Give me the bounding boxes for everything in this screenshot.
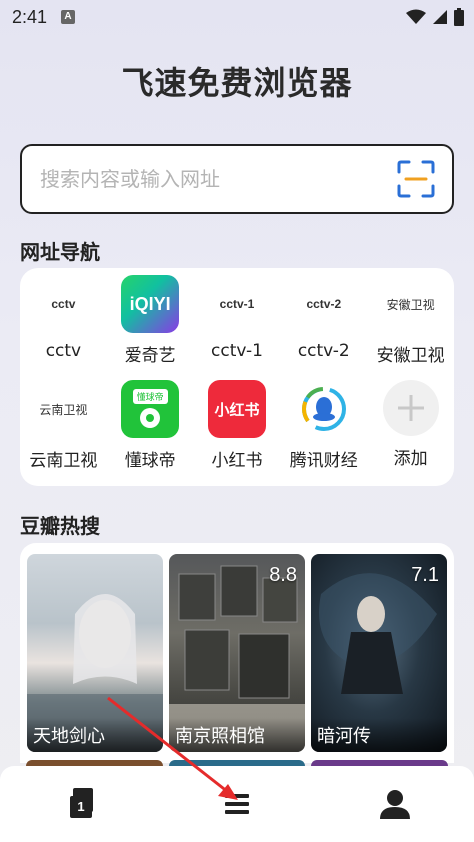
notification-badge: A xyxy=(61,10,76,24)
menu-icon xyxy=(225,794,249,814)
tabs-count: 1 xyxy=(70,796,92,818)
nav-item-dongqiudi[interactable]: 懂球帝 懂球帝 xyxy=(107,380,194,471)
signal-icon xyxy=(433,10,447,24)
nav-grid: cctv cctv iQIYI 爱奇艺 cctv-1 cctv-1 cctv-2… xyxy=(20,268,454,471)
search-box[interactable] xyxy=(20,144,454,214)
iqiyi-icon: iQIYI xyxy=(121,275,180,333)
movie-card[interactable]: 天地剑心 xyxy=(27,554,163,752)
nav-item-label: cctv xyxy=(45,341,82,361)
tabs-button[interactable]: 1 xyxy=(49,774,109,834)
nav-item-label: 安徽卫视 xyxy=(376,346,445,366)
nav-item-label: 添加 xyxy=(393,449,428,469)
tencent-finance-icon xyxy=(294,380,353,438)
nav-item-cctv-2[interactable]: cctv-2 cctv-2 xyxy=(280,275,367,366)
movie-row: 天地剑心 8.8 南京照相馆 7.1 暗河传 xyxy=(20,543,454,763)
nav-item-iqiyi[interactable]: iQIYI 爱奇艺 xyxy=(107,275,194,366)
status-time: 2:41 xyxy=(12,6,48,27)
scan-icon xyxy=(397,160,435,198)
user-icon xyxy=(380,790,410,819)
wifi-icon xyxy=(406,9,426,24)
nav-item-label: 腾讯财经 xyxy=(289,451,358,471)
nav-item-tencent-finance[interactable]: 腾讯财经 xyxy=(280,380,367,471)
movie-card[interactable]: 8.8 南京照相馆 xyxy=(169,554,305,752)
yunnan-tv-icon: 云南卫视 xyxy=(39,402,88,417)
nav-item-add[interactable]: 添加 xyxy=(367,380,454,471)
dongqiudi-icon: 懂球帝 xyxy=(121,380,180,438)
movie-score: 7.1 xyxy=(411,564,439,586)
movie-title: 南京照相馆 xyxy=(169,718,305,752)
nav-item-label: cctv-1 xyxy=(211,341,263,361)
cctv-1-icon: cctv-1 xyxy=(219,297,255,311)
movie-title: 天地剑心 xyxy=(27,718,163,752)
movie-score: 8.8 xyxy=(269,564,297,586)
nav-item-cctv[interactable]: cctv cctv xyxy=(20,275,107,366)
anhui-tv-icon: 安徽卫视 xyxy=(386,297,435,312)
cctv-icon: cctv xyxy=(51,297,76,311)
nav-section-title: 网址导航 xyxy=(20,240,100,264)
battery-icon xyxy=(454,8,464,26)
status-icons xyxy=(406,8,464,26)
nav-item-label: 小红书 xyxy=(211,451,263,471)
tencent-logo-icon xyxy=(301,387,346,431)
nav-item-yunnan-tv[interactable]: 云南卫视 云南卫视 xyxy=(20,380,107,472)
xiaohongshu-icon: 小红书 xyxy=(207,380,266,438)
dongqiudi-logo-text: 懂球帝 xyxy=(132,389,168,404)
search-input[interactable] xyxy=(40,167,396,191)
scan-button[interactable] xyxy=(396,159,436,199)
soccer-ball-icon xyxy=(140,408,161,428)
nav-item-xiaohongshu[interactable]: 小红书 小红书 xyxy=(194,380,281,471)
nav-item-label: cctv-2 xyxy=(297,341,350,361)
hot-section-title: 豆瓣热搜 xyxy=(20,514,100,538)
nav-item-label: 懂球帝 xyxy=(124,451,176,471)
app-title: 飞速免费浏览器 xyxy=(121,64,353,102)
add-icon xyxy=(382,380,439,436)
nav-item-label: 爱奇艺 xyxy=(124,346,176,366)
movie-title: 暗河传 xyxy=(311,718,447,752)
nav-item-label: 云南卫视 xyxy=(29,451,98,471)
nav-item-anhui-tv[interactable]: 安徽卫视 安徽卫视 xyxy=(367,275,454,367)
nav-card: cctv cctv iQIYI 爱奇艺 cctv-1 cctv-1 cctv-2… xyxy=(20,268,454,486)
movie-card[interactable]: 7.1 暗河传 xyxy=(311,554,447,752)
nav-item-cctv-1[interactable]: cctv-1 cctv-1 xyxy=(194,275,281,366)
plus-icon xyxy=(397,395,424,421)
menu-button[interactable] xyxy=(207,774,267,834)
profile-button[interactable] xyxy=(365,774,425,834)
bottom-bar: 1 xyxy=(0,766,474,842)
cctv-2-icon: cctv-2 xyxy=(306,297,342,311)
status-bar: 2:41 A xyxy=(0,0,474,34)
